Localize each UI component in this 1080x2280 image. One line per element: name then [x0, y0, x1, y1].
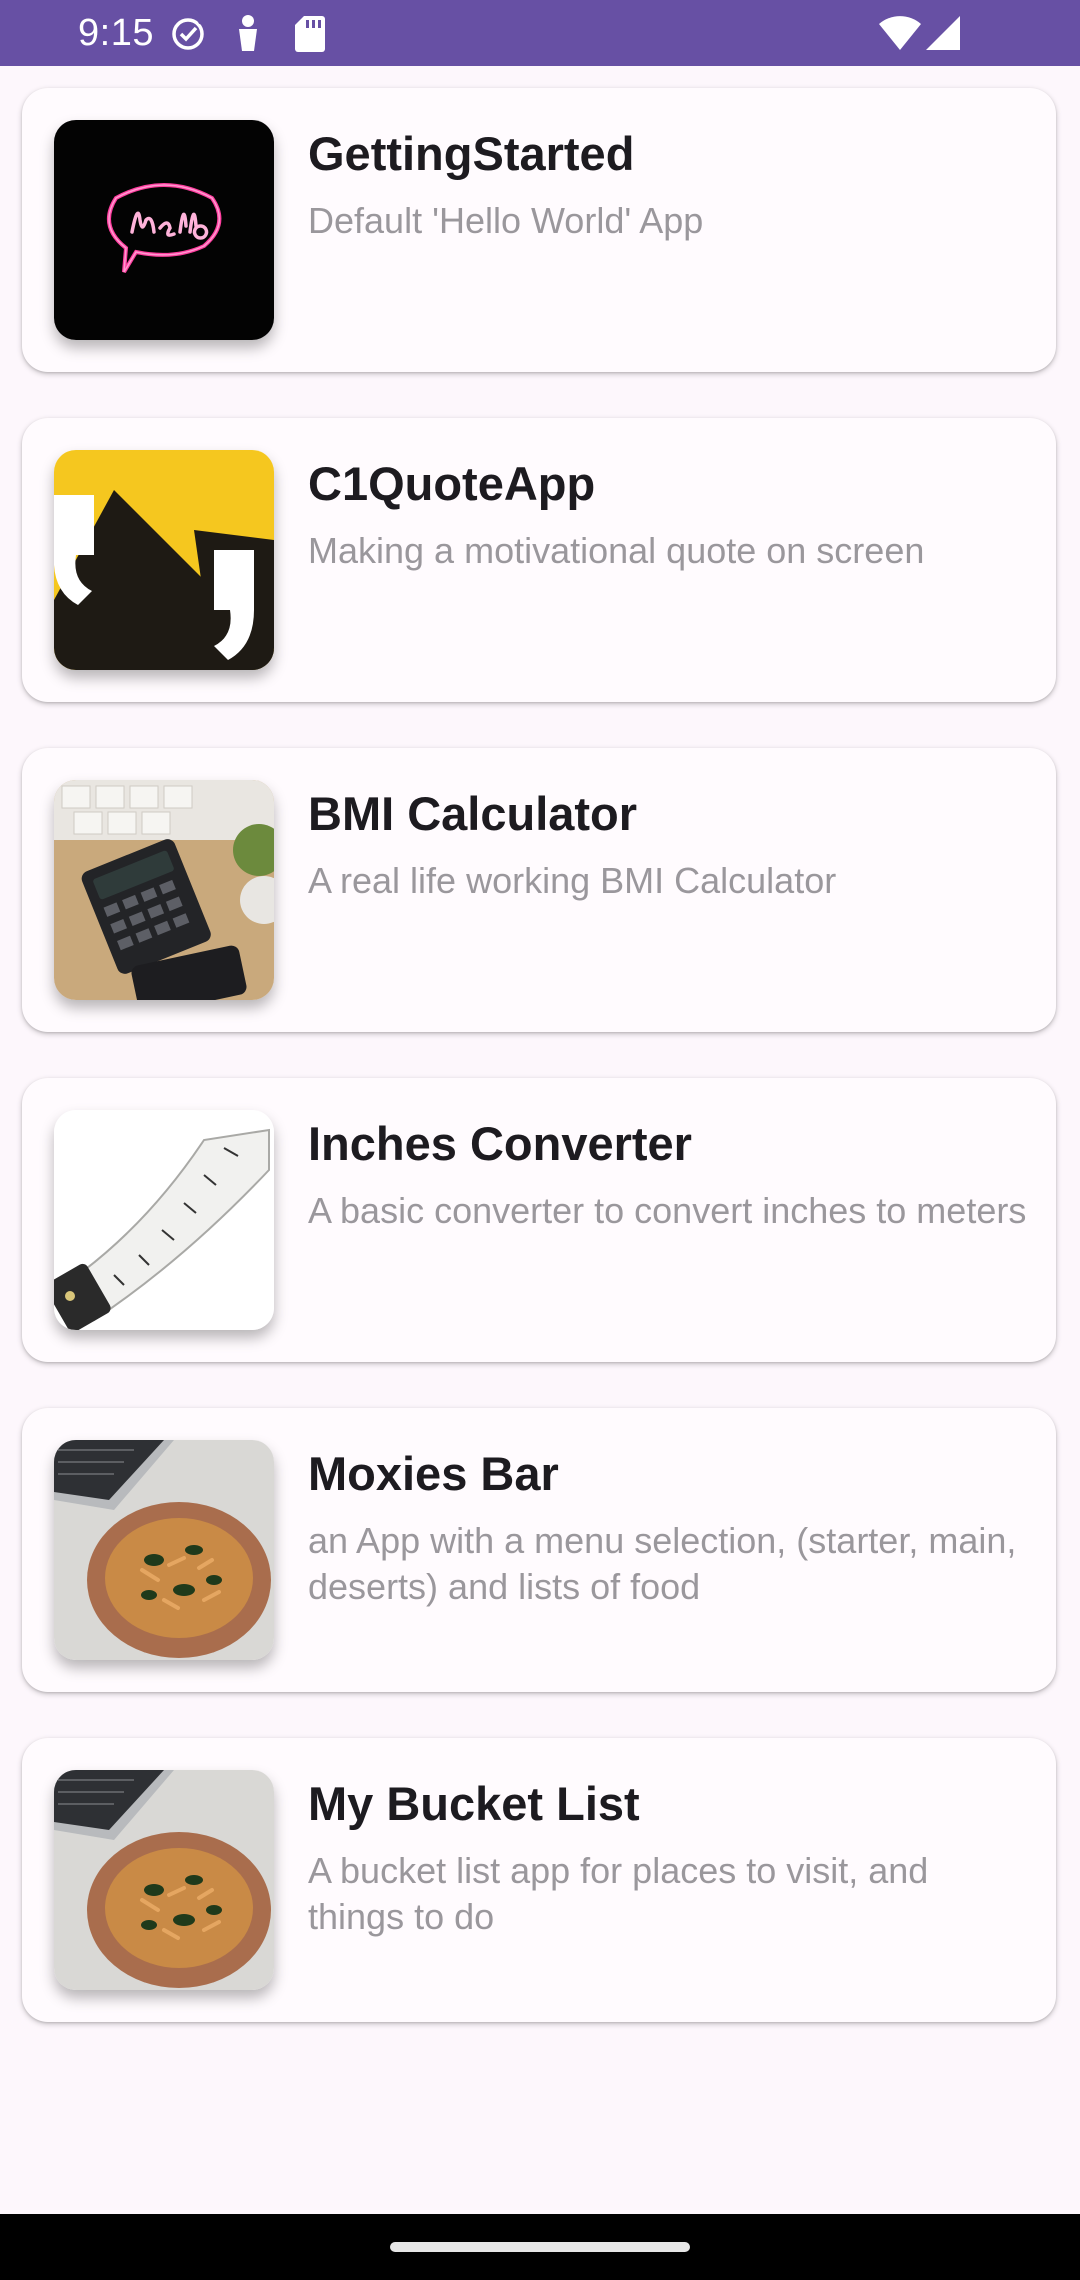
app-title: Moxies Bar: [308, 1447, 559, 1500]
app-description: an App with a menu selection, (starter, …: [308, 1520, 1017, 1607]
app-title: C1QuoteApp: [308, 457, 596, 510]
home-gesture-handle[interactable]: [390, 2242, 690, 2252]
app-card-bmi-calculator[interactable]: BMI Calculator A real life working BMI C…: [22, 748, 1056, 1032]
app-card-moxies-bar[interactable]: Moxies Bar an App with a menu selection,…: [22, 1408, 1056, 1692]
app-title: BMI Calculator: [308, 787, 638, 840]
app-card-getting-started[interactable]: GettingStarted Default 'Hello World' App: [22, 88, 1056, 372]
cellular-signal-icon: [924, 14, 962, 57]
app-title: Inches Converter: [308, 1117, 692, 1170]
app-title: GettingStarted: [308, 127, 635, 180]
app-card-inches-converter[interactable]: Inches Converter A basic converter to co…: [22, 1078, 1056, 1362]
app-description: A real life working BMI Calculator: [308, 860, 837, 901]
app-title: My Bucket List: [308, 1777, 640, 1830]
tape-measure-image: [54, 1110, 274, 1330]
quote-marks-image: [54, 450, 274, 670]
status-time: 9:15: [78, 12, 154, 54]
app-description: A basic converter to convert inches to m…: [308, 1190, 1027, 1231]
app-card-my-bucket-list[interactable]: My Bucket List A bucket list app for pla…: [22, 1738, 1056, 2022]
status-bar: 9:15: [0, 0, 1080, 66]
check-circle-icon: [170, 16, 206, 57]
accessibility-icon: [234, 14, 262, 59]
app-description: A bucket list app for places to visit, a…: [308, 1850, 929, 1937]
app-card-c1-quote-app[interactable]: C1QuoteApp Making a motivational quote o…: [22, 418, 1056, 702]
navigation-bar: [0, 2214, 1080, 2280]
wifi-icon: [878, 14, 922, 57]
pasta-bowl-image: [54, 1440, 274, 1660]
calculator-desk-image: [54, 780, 274, 1000]
sd-card-icon: [294, 14, 326, 57]
pasta-bowl-image: [54, 1770, 274, 1990]
app-description: Default 'Hello World' App: [308, 200, 704, 241]
app-description: Making a motivational quote on screen: [308, 530, 925, 571]
neon-hello-image: [54, 120, 274, 340]
